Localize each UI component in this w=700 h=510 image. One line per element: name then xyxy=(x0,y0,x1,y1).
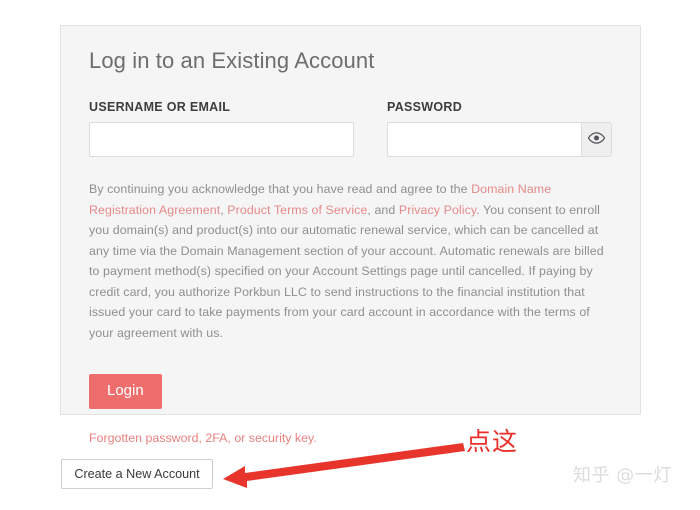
login-panel: Log in to an Existing Account USERNAME O… xyxy=(60,25,641,445)
watermark: 知乎 @一灯 xyxy=(573,465,672,486)
eye-icon xyxy=(588,132,606,147)
forgot-password-link[interactable]: Forgotten password, 2FA, or security key… xyxy=(89,431,612,445)
password-field-group: PASSWORD xyxy=(387,100,612,158)
username-field-group: USERNAME OR EMAIL xyxy=(89,100,381,158)
toggle-password-visibility-button[interactable] xyxy=(581,122,612,158)
page-title: Log in to an Existing Account xyxy=(89,48,375,73)
create-new-account-button[interactable]: Create a New Account xyxy=(61,459,213,489)
login-button[interactable]: Login xyxy=(89,373,162,410)
legal-text-1: By continuing you acknowledge that you h… xyxy=(89,182,472,197)
login-panel-content: Log in to an Existing Account USERNAME O… xyxy=(61,26,640,445)
legal-disclaimer: By continuing you acknowledge that you h… xyxy=(89,179,616,343)
password-label: PASSWORD xyxy=(387,100,463,115)
legal-text-4: . You consent to enroll you domain(s) an… xyxy=(89,202,604,340)
username-input[interactable] xyxy=(89,122,354,158)
legal-text-3: , and xyxy=(367,202,399,217)
link-product-terms-of-service[interactable]: Product Terms of Service xyxy=(227,203,367,217)
username-label: USERNAME OR EMAIL xyxy=(89,100,231,115)
password-input[interactable] xyxy=(387,122,582,158)
link-privacy-policy[interactable]: Privacy Policy xyxy=(399,203,476,217)
credentials-row: USERNAME OR EMAIL PASSWORD xyxy=(89,100,612,158)
annotation-label: 点这 xyxy=(466,427,519,456)
password-input-wrap xyxy=(387,122,612,158)
